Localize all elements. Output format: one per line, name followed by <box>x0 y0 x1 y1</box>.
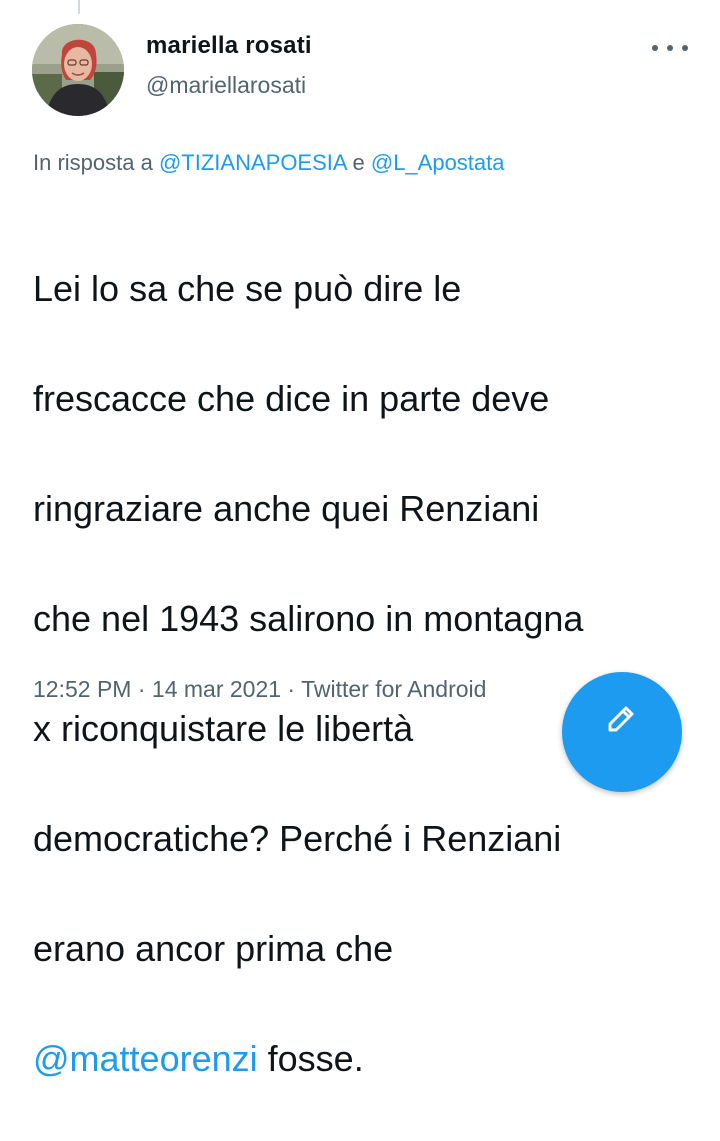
thread-connector-line <box>78 0 80 14</box>
reply-context: In risposta a @TIZIANAPOESIA e @L_Aposta… <box>33 150 505 176</box>
author-display-name[interactable]: mariella rosati <box>146 32 312 60</box>
tweet-body: Lei lo sa che se può dire le frescacce c… <box>33 206 703 1141</box>
more-horizontal-icon <box>682 45 688 51</box>
author-avatar[interactable] <box>32 24 124 116</box>
compose-tweet-icon <box>608 706 634 732</box>
author-handle[interactable]: @mariellarosati <box>146 72 306 99</box>
tweet-metadata: 12:52 PM · 14 mar 2021 · Twitter for And… <box>33 676 486 703</box>
tweet-mention-link[interactable]: @matteorenzi <box>33 1038 258 1079</box>
tweet-text-line: Lei lo sa che se può dire le <box>33 268 462 309</box>
tweet-text-line-last: @matteorenzi fosse. <box>33 1031 703 1086</box>
tweet-text-line: frescacce che dice in parte deve <box>33 378 550 419</box>
more-horizontal-icon <box>652 45 658 51</box>
tweet-text-line: democratiche? Perché i Renziani <box>33 818 562 859</box>
reply-conjunction: e <box>352 150 365 175</box>
reply-prefix: In risposta a <box>33 150 153 175</box>
more-horizontal-icon <box>667 45 673 51</box>
meta-separator: · <box>131 676 152 702</box>
tweet-time[interactable]: 12:52 PM <box>33 676 131 702</box>
tweet-text-line: ringraziare anche quei Renziani <box>33 488 540 529</box>
more-options-button[interactable] <box>652 38 688 58</box>
meta-separator: · <box>281 676 302 702</box>
reply-mention-link[interactable]: @L_Apostata <box>371 150 505 175</box>
tweet-text-tail: fosse. <box>257 1038 364 1079</box>
avatar-photo <box>32 24 124 116</box>
reply-mention-link[interactable]: @TIZIANAPOESIA <box>159 150 346 175</box>
tweet-source[interactable]: Twitter for Android <box>301 676 486 702</box>
tweet-date[interactable]: 14 mar 2021 <box>152 676 281 702</box>
tweet-text-line: che nel 1943 salirono in montagna <box>33 598 584 639</box>
compose-tweet-button[interactable] <box>562 672 682 792</box>
tweet-text-line: erano ancor prima che <box>33 928 394 969</box>
